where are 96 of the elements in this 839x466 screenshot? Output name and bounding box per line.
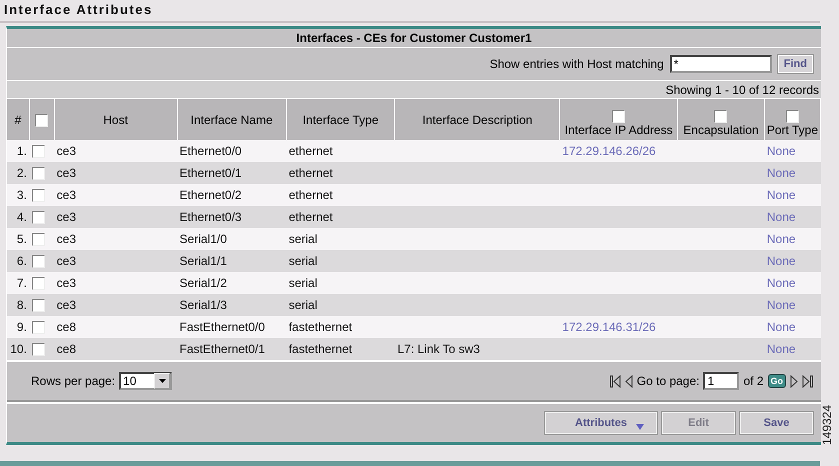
next-page-icon[interactable] xyxy=(790,374,798,388)
figure-number: 149324 xyxy=(820,404,834,448)
table-cell: ethernet xyxy=(288,166,333,180)
row-checkbox[interactable] xyxy=(32,299,45,312)
table-cell: ce8 xyxy=(56,342,76,356)
column-header: Interface IP Address xyxy=(564,123,673,137)
table-cell: Ethernet0/2 xyxy=(180,188,242,202)
row-number: 1. xyxy=(16,144,27,158)
go-to-page-label: Go to page: xyxy=(636,374,700,388)
rows-per-page-label: Rows per page: xyxy=(31,374,116,388)
table-cell: FastEthernet0/1 xyxy=(180,342,265,356)
table-cell: fastethernet xyxy=(288,342,352,356)
table-cell: serial xyxy=(288,298,318,312)
column-checkbox[interactable] xyxy=(786,110,799,123)
column-header: # xyxy=(14,112,22,126)
table-cell: serial xyxy=(288,276,318,290)
row-number: 5. xyxy=(16,232,27,246)
column-header: Encapsulation xyxy=(683,123,759,137)
row-checkbox[interactable] xyxy=(32,189,45,202)
cell-link[interactable]: None xyxy=(766,320,796,334)
row-number: 4. xyxy=(16,210,27,224)
row-checkbox[interactable] xyxy=(32,145,45,158)
cell-link[interactable]: None xyxy=(766,188,796,202)
row-checkbox[interactable] xyxy=(32,321,45,334)
find-button[interactable]: Find xyxy=(778,55,813,73)
row-checkbox[interactable] xyxy=(32,277,45,290)
table-title: Interfaces - CEs for Customer Customer1 xyxy=(296,31,532,45)
table-cell: ethernet xyxy=(288,210,333,224)
record-count: Showing 1 - 10 of 12 records xyxy=(666,82,819,96)
table-cell: serial xyxy=(288,232,318,246)
filter-label: Show entries with Host matching xyxy=(490,57,664,71)
table-cell: ce3 xyxy=(56,166,76,180)
table-cell: ce3 xyxy=(56,254,76,268)
row-checkbox[interactable] xyxy=(32,343,45,356)
column-header: Interface Description xyxy=(422,112,532,126)
row-checkbox[interactable] xyxy=(32,211,45,224)
cell-link[interactable]: None xyxy=(766,166,796,180)
cell-link[interactable]: None xyxy=(766,298,796,312)
column-header: Host xyxy=(103,112,128,126)
cell-link[interactable]: None xyxy=(766,342,796,356)
page-total: of 2 xyxy=(743,374,764,388)
row-checkbox[interactable] xyxy=(32,167,45,180)
cell-link[interactable]: None xyxy=(766,210,796,224)
caret-icon xyxy=(158,379,166,383)
table-cell: L7: Link To sw3 xyxy=(397,342,480,356)
table-cell: ethernet xyxy=(288,144,333,158)
attributes-menu-button[interactable]: Attributes xyxy=(545,412,657,434)
table-cell: ce8 xyxy=(56,320,76,334)
row-number: 3. xyxy=(16,188,27,202)
row-number: 8. xyxy=(16,298,27,312)
go-button[interactable]: Go xyxy=(768,374,786,388)
action-button[interactable]: Save xyxy=(740,412,813,434)
cell-link[interactable]: None xyxy=(766,144,796,158)
table-cell: ce3 xyxy=(56,276,76,290)
table-cell: Serial1/3 xyxy=(180,298,227,312)
table-cell: Ethernet0/3 xyxy=(180,210,242,224)
column-header: Interface Type xyxy=(302,112,379,126)
dropdown-arrow-icon xyxy=(636,424,644,430)
cell-link[interactable]: None xyxy=(766,254,796,268)
table-cell: Serial1/0 xyxy=(180,232,227,246)
table-cell: fastethernet xyxy=(288,320,352,334)
cell-link[interactable]: 172.29.146.26/26 xyxy=(562,144,656,158)
cell-link[interactable]: 172.29.146.31/26 xyxy=(562,320,656,334)
row-checkbox[interactable] xyxy=(32,255,45,268)
table-cell: ce3 xyxy=(56,210,76,224)
table-cell: FastEthernet0/0 xyxy=(180,320,265,334)
column-header: Interface Name xyxy=(190,112,273,126)
row-checkbox[interactable] xyxy=(32,233,45,246)
page-title: Interface Attributes xyxy=(3,1,154,19)
row-number: 2. xyxy=(16,166,27,180)
row-number: 9. xyxy=(16,320,27,334)
table-cell: ce3 xyxy=(56,144,76,158)
table-cell: Serial1/1 xyxy=(180,254,227,268)
row-number: 10. xyxy=(10,342,27,356)
first-page-icon[interactable] xyxy=(610,374,621,388)
column-checkbox[interactable] xyxy=(714,110,728,123)
page-number-field[interactable]: 1 xyxy=(703,372,740,390)
column-header: Port Type xyxy=(766,123,818,137)
table-cell: ce3 xyxy=(56,298,76,312)
table-cell: ce3 xyxy=(56,188,76,202)
column-checkbox[interactable] xyxy=(612,110,626,123)
table-cell: Ethernet0/0 xyxy=(180,144,242,158)
table-cell: Ethernet0/1 xyxy=(180,166,242,180)
table-cell: ethernet xyxy=(288,188,333,202)
row-number: 6. xyxy=(16,254,27,268)
row-number: 7. xyxy=(16,276,27,290)
select-all-checkbox[interactable] xyxy=(35,114,48,127)
table-cell: ce3 xyxy=(56,232,76,246)
table-cell: Serial1/2 xyxy=(180,276,227,290)
cell-link[interactable]: None xyxy=(766,276,796,290)
host-filter-field[interactable]: * xyxy=(670,55,772,73)
last-page-icon[interactable] xyxy=(802,374,813,388)
previous-page-icon[interactable] xyxy=(624,374,633,388)
cell-link[interactable]: None xyxy=(766,232,796,246)
table-cell: serial xyxy=(288,254,318,268)
rows-per-page-select[interactable]: 10 xyxy=(119,372,172,390)
